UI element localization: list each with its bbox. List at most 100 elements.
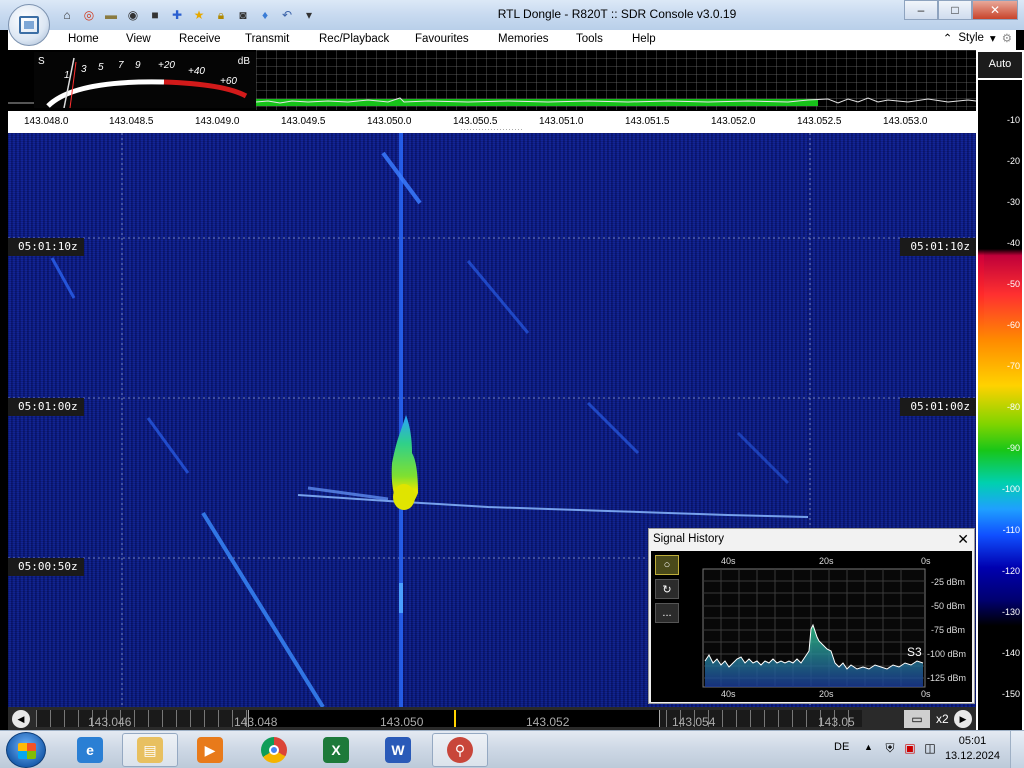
db-label: -20 [1006,156,1020,166]
menu-receive[interactable]: Receive [179,33,221,45]
dropdown-arrow-icon: ▾ [989,33,996,45]
close-icon[interactable]: ✕ [957,531,969,548]
db-label: -30 [1006,197,1020,207]
time-axis-label: 40s [721,556,736,566]
window-controls: – □ ✕ [904,0,1018,20]
radio-icon[interactable]: ▭ [904,710,930,728]
taskbar-file-explorer[interactable]: ▤ [122,733,178,767]
menu-rec-playback[interactable]: Rec/Playback [319,33,389,45]
menu-home[interactable]: Home [68,33,99,45]
network-icon[interactable]: ▣ [902,741,918,757]
sdr-console-icon: ⚲ [447,737,473,763]
s-tick: 7 [118,60,124,71]
show-desktop-button[interactable] [1010,731,1024,768]
track-freq: 143.048 [234,715,278,729]
auto-button[interactable]: Auto [978,52,1022,78]
language-indicator[interactable]: DE [834,741,849,753]
style-menu[interactable]: ⌃ Style ▾ ⚙ [943,31,1012,45]
folder-icon: ▤ [137,737,163,763]
taskbar-internet-explorer[interactable]: e [62,733,118,767]
level-axis-label: -50 dBm [931,601,966,611]
s-tick: 9 [135,60,141,71]
app-logo-icon [19,16,39,34]
freq-tick: 143.050.5 [453,116,498,127]
s-tick: 1 [64,70,70,81]
clock-date: 13.12.2024 [944,750,1000,762]
freq-tick: 143.053.0 [883,116,928,127]
s-tick: 5 [98,62,104,73]
signal-history-window: Signal History ✕ ○ ↻ ... 40s 20s 0s 40s … [648,528,975,704]
time-label: 05:00:50z [8,558,84,576]
scroll-left-icon[interactable]: ◀ [12,710,30,728]
media-player-icon: ▶ [197,737,223,763]
freq-tick: 143.051.0 [539,116,584,127]
clock[interactable]: 05:01 13.12.2024 [945,734,1000,764]
menu-transmit[interactable]: Transmit [245,33,289,45]
zoom-label[interactable]: x2 [936,712,949,726]
maximize-button[interactable]: □ [938,0,972,20]
menu-help[interactable]: Help [632,33,656,45]
close-button[interactable]: ✕ [972,0,1018,20]
freq-tick: 143.052.0 [711,116,756,127]
level-axis-label: -25 dBm [931,577,966,587]
freq-tick: 143.051.5 [625,116,670,127]
frequency-scale[interactable]: 143.048.0 143.048.5 143.049.0 143.049.5 … [8,110,976,131]
security-icon[interactable]: ⛨ [882,741,898,757]
gear-icon[interactable]: ⚙ [1002,31,1012,45]
taskbar-sdr-console[interactable]: ⚲ [432,733,488,767]
db-label: -40 [1006,238,1020,248]
style-label: Style [958,32,984,44]
app-menu-button[interactable] [8,4,50,46]
taskbar: e ▤ ▶ X W ⚲ DE ▲ ⛨ ▣ ◫ 05:01 13.12.2024 [0,730,1024,768]
spectrum-display[interactable]: S dB 1 3 5 7 9 +20 +40 +60 [8,50,976,110]
title-bar: ⌂ ◎ ▬ ◉ ■ ✚ ★ 🔒︎ ◙ ♦ ↶ ▾ RTL Dongle - R8… [0,0,1024,46]
volume-icon[interactable]: ◫ [922,741,938,757]
s-tick: 3 [81,64,87,75]
time-label: 05:01:00z [8,398,84,416]
taskbar-word[interactable]: W [370,733,426,767]
db-label: -50 [1006,279,1020,289]
signal-history-plot: ○ ↻ ... 40s 20s 0s 40s 20s 0s -25 dBm -5… [651,551,972,702]
frequency-thumb[interactable] [248,710,660,727]
start-button[interactable] [6,732,46,768]
taskbar-media-player[interactable]: ▶ [182,733,238,767]
show-hidden-icons-icon[interactable]: ▲ [864,742,873,752]
menu-tools[interactable]: Tools [576,33,603,45]
time-axis-label: 0s [921,556,931,566]
db-label: -130 [1001,607,1020,617]
minimize-button[interactable]: – [904,0,938,20]
db-scale[interactable]: Auto -10 -20 -30 -40 -50 -60 -70 -80 -90… [976,50,1024,730]
frequency-scrollbar: ◀ 143.046 143.048 143.050 143.052 143.05… [8,707,976,730]
time-axis-label: 20s [819,556,834,566]
time-label: 05:01:00z [900,398,976,416]
db-label: -60 [1006,320,1020,330]
freq-tick: 143.049.0 [195,116,240,127]
db-label: -120 [1001,566,1020,576]
time-axis-label: 40s [721,689,736,699]
db-label: -110 [1002,525,1020,535]
taskbar-chrome[interactable] [246,733,302,767]
window-title: RTL Dongle - R820T :: SDR Console v3.0.1… [497,7,737,21]
plus-tick: +20 [158,60,175,71]
track-freq: 143.052 [526,715,570,729]
freq-tick: 143.050.0 [367,116,412,127]
track-freq: 143.046 [88,715,132,729]
time-label: 05:01:10z [8,238,84,256]
db-label: -70 [1006,361,1020,371]
track-freq: 143.050 [380,715,424,729]
scroll-right-icon[interactable]: ▶ [954,710,972,728]
db-label: -90 [1006,443,1020,453]
freq-tick: 143.049.5 [281,116,326,127]
menu-memories[interactable]: Memories [498,33,548,45]
signal-history-header[interactable]: Signal History ✕ [649,529,974,551]
plus-tick: +40 [188,66,205,77]
db-label: -10 [1006,115,1020,125]
chevrons-icon: ⌃ [942,33,953,45]
track-freq: 143.054 [672,715,716,729]
frequency-track[interactable]: 143.046 143.048 143.050 143.052 143.054 … [36,710,862,729]
menu-view[interactable]: View [126,33,151,45]
menu-favourites[interactable]: Favourites [415,33,469,45]
taskbar-excel[interactable]: X [308,733,364,767]
s-label: S [38,56,45,67]
windows-logo-icon [18,743,36,759]
